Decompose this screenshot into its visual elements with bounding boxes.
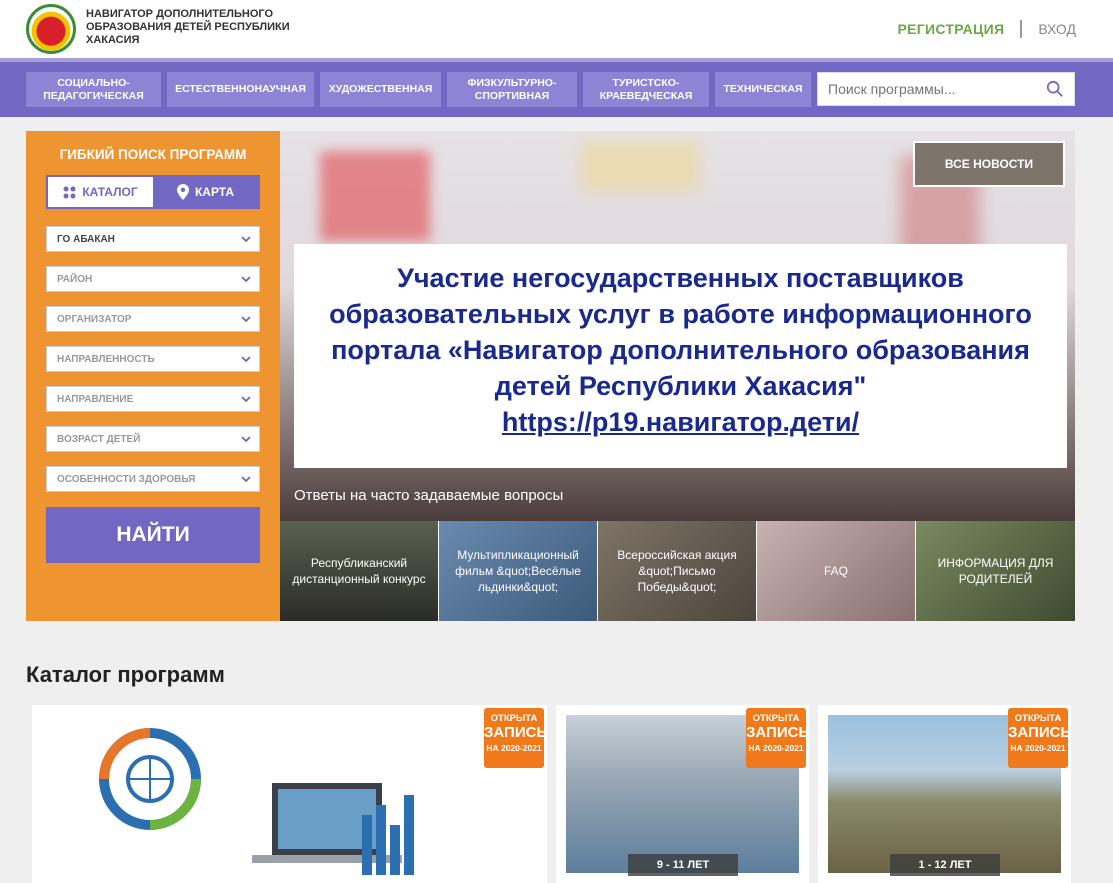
nav-item-sport[interactable]: ФИЗКУЛЬТУРНО-СПОРТИВНАЯ xyxy=(447,72,577,107)
enrollment-badge: ОТКРЫТА ЗАПИСЬ НА 2020-2021 xyxy=(484,708,547,768)
nav-item-natural-science[interactable]: ЕСТЕСТВЕННОНАУЧНАЯ xyxy=(167,72,314,107)
flexible-search-panel: ГИБКИЙ ПОИСК ПРОГРАММ КАТАЛОГ КАРТА ГО А… xyxy=(26,131,280,621)
category-nav: СОЦИАЛЬНО-ПЕДАГОГИЧЕСКАЯ ЕСТЕСТВЕННОНАУЧ… xyxy=(0,62,1113,117)
badge-line3: НА 2020-2021 xyxy=(1010,743,1066,753)
nav-item-social-pedagogical[interactable]: СОЦИАЛЬНО-ПЕДАГОГИЧЕСКАЯ xyxy=(26,72,161,107)
age-range-label: 9 - 11 ЛЕТ xyxy=(628,854,738,876)
district-select[interactable]: РАЙОН xyxy=(46,266,260,292)
grid-icon xyxy=(63,186,76,198)
slide-caption[interactable]: Ответы на часто задаваемые вопросы xyxy=(294,487,563,504)
badge-line3: НА 2020-2021 xyxy=(748,743,804,753)
news-tile[interactable]: Мультипликационный фильм &quot;Весёлые л… xyxy=(439,521,598,621)
auth-links: РЕГИСТРАЦИЯ ВХОД xyxy=(897,20,1076,38)
district-select-value: РАЙОН xyxy=(57,273,93,285)
background-decor xyxy=(580,141,700,191)
program-search xyxy=(817,72,1075,106)
health-select[interactable]: ОСОБЕННОСТИ ЗДОРОВЬЯ xyxy=(46,466,260,492)
health-select-value: ОСОБЕННОСТИ ЗДОРОВЬЯ xyxy=(57,473,196,485)
badge-line1: ОТКРЫТА xyxy=(1014,713,1062,724)
nav-item-art[interactable]: ХУДОЖЕСТВЕННАЯ xyxy=(320,72,441,107)
chevron-down-icon xyxy=(241,316,251,323)
program-logo-image xyxy=(99,728,201,830)
badge-line2: ЗАПИСЬ xyxy=(1008,724,1071,741)
map-tab[interactable]: КАРТА xyxy=(153,177,258,207)
banner-line: Участие негосударственных поставщиков xyxy=(397,263,964,293)
laptop-chart-image xyxy=(252,783,414,875)
nav-item-tourism[interactable]: ТУРИСТСКО-КРАЕВЕДЧЕСКАЯ xyxy=(583,72,709,107)
login-link[interactable]: ВХОД xyxy=(1038,21,1076,37)
badge-line2: ЗАПИСЬ xyxy=(746,724,809,741)
site-header: НАВИГАТОР ДОПОЛНИТЕЛЬНОГО ОБРАЗОВАНИЯ ДЕ… xyxy=(0,0,1113,58)
badge-line3: НА 2020-2021 xyxy=(486,743,542,753)
banner-line: детей Республики Хакасия" xyxy=(494,371,867,401)
age-select-value: ВОЗРАСТ ДЕТЕЙ xyxy=(57,433,141,445)
age-range-label: 1 - 12 ЛЕТ xyxy=(890,854,1000,876)
all-news-button[interactable]: ВСЕ НОВОСТИ xyxy=(913,141,1065,187)
banner-line: образовательных услуг в работе информаци… xyxy=(329,299,1032,329)
chevron-down-icon xyxy=(241,276,251,283)
badge-line2: ЗАПИСЬ xyxy=(484,724,547,741)
news-tile[interactable]: Республиканский дистанционный конкурс xyxy=(280,521,439,621)
city-select-value: ГО АБАКАН xyxy=(57,233,115,245)
badge-line1: ОТКРЫТА xyxy=(490,713,538,724)
badge-line1: ОТКРЫТА xyxy=(752,713,800,724)
news-banner[interactable]: Участие негосударственных поставщиков об… xyxy=(294,244,1067,468)
organizer-select[interactable]: ОРГАНИЗАТОР xyxy=(46,306,260,332)
view-toggle: КАТАЛОГ КАРТА xyxy=(46,175,260,209)
find-button[interactable]: НАЙТИ xyxy=(46,507,260,563)
enrollment-badge: ОТКРЫТА ЗАПИСЬ НА 2020-2021 xyxy=(746,708,809,768)
organizer-select-value: ОРГАНИЗАТОР xyxy=(57,313,132,325)
emblem-logo[interactable] xyxy=(26,4,76,54)
direction-select-value: НАПРАВЛЕНИЕ xyxy=(57,393,134,405)
banner-line: портала «Навигатор дополнительного образ… xyxy=(331,335,1030,365)
map-pin-icon xyxy=(176,184,189,200)
program-card[interactable]: ОТКРЫТА ЗАПИСЬ НА 2020-2021 1 - 12 ЛЕТ xyxy=(818,705,1071,883)
direction-select[interactable]: НАПРАВЛЕНИЕ xyxy=(46,386,260,412)
map-tab-label: КАРТА xyxy=(194,185,235,199)
news-tile[interactable]: Всероссийская акция &quot;Письмо Победы&… xyxy=(598,521,757,621)
chevron-down-icon xyxy=(241,396,251,403)
news-slider[interactable]: ВСЕ НОВОСТИ Участие негосударственных по… xyxy=(280,131,1075,521)
nav-item-technical[interactable]: ТЕХНИЧЕСКАЯ xyxy=(715,72,811,107)
catalog-tab[interactable]: КАТАЛОГ xyxy=(48,177,153,207)
chevron-down-icon xyxy=(241,476,251,483)
age-select[interactable]: ВОЗРАСТ ДЕТЕЙ xyxy=(46,426,260,452)
background-decor xyxy=(320,151,430,241)
enrollment-badge: ОТКРЫТА ЗАПИСЬ НА 2020-2021 xyxy=(1008,708,1071,768)
search-input[interactable] xyxy=(818,73,1033,105)
panel-title: ГИБКИЙ ПОИСК ПРОГРАММ xyxy=(59,147,247,162)
register-link[interactable]: РЕГИСТРАЦИЯ xyxy=(897,21,1004,37)
news-tile[interactable]: FAQ xyxy=(757,521,916,621)
news-tile[interactable]: ИНФОРМАЦИЯ ДЛЯ РОДИТЕЛЕЙ xyxy=(916,521,1075,621)
banner-link[interactable]: https://p19.навигатор.дети/ xyxy=(294,404,1067,440)
catalog-title: Каталог программ xyxy=(26,662,225,687)
focus-select[interactable]: НАПРАВЛЕННОСТЬ xyxy=(46,346,260,372)
divider xyxy=(1020,20,1023,38)
catalog-tab-label: КАТАЛОГ xyxy=(82,185,138,199)
city-select[interactable]: ГО АБАКАН xyxy=(46,226,260,252)
chevron-down-icon xyxy=(241,436,251,443)
news-tiles: Республиканский дистанционный конкурс Му… xyxy=(280,521,1075,621)
program-card[interactable]: ОТКРЫТА ЗАПИСЬ НА 2020-2021 xyxy=(32,705,547,883)
site-title[interactable]: НАВИГАТОР ДОПОЛНИТЕЛЬНОГО ОБРАЗОВАНИЯ ДЕ… xyxy=(86,8,306,47)
focus-select-value: НАПРАВЛЕННОСТЬ xyxy=(57,353,155,365)
chevron-down-icon xyxy=(241,356,251,363)
search-icon[interactable] xyxy=(1046,80,1064,98)
chevron-down-icon xyxy=(241,236,251,243)
program-card[interactable]: ОТКРЫТА ЗАПИСЬ НА 2020-2021 9 - 11 ЛЕТ xyxy=(556,705,809,883)
